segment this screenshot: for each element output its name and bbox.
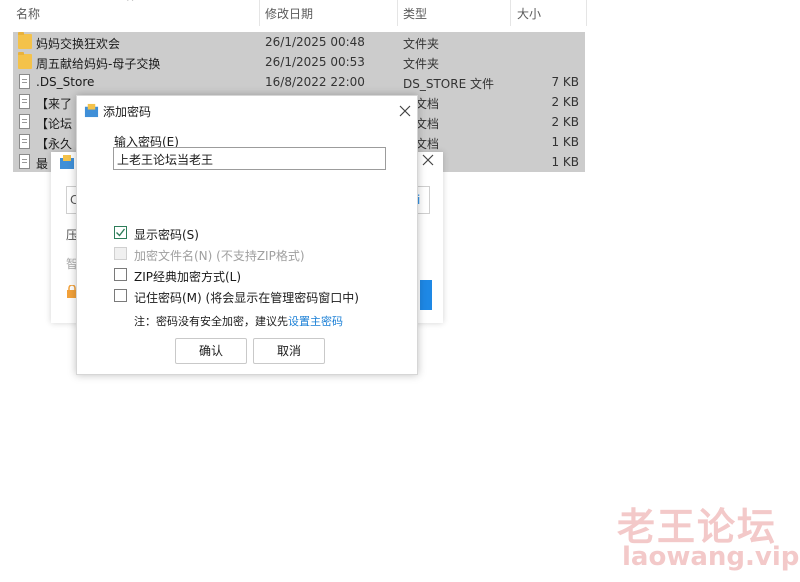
show-password-checkbox[interactable] [114, 226, 127, 239]
folder-icon [18, 52, 32, 69]
security-note: 注：密码没有安全加密，建议先设置主密码 [134, 313, 343, 329]
column-divider[interactable] [510, 0, 511, 26]
encrypt-filenames-label: 加密文件名(N) (不支持ZIP格式) [134, 249, 305, 263]
text-file-icon [19, 94, 30, 109]
file-type: 文件夹 [403, 37, 440, 51]
column-header-name[interactable]: 名称 [16, 5, 40, 22]
dialog-titlebar[interactable]: 添加密码 [77, 96, 417, 124]
file-name: 【论坛 [36, 117, 73, 131]
file-size: 7 KB [551, 75, 579, 89]
file-name: 【永久 [36, 137, 73, 151]
compress-now-button[interactable] [420, 280, 432, 310]
confirm-button[interactable]: 确认 [175, 338, 247, 364]
column-divider[interactable] [586, 0, 587, 26]
file-size: 2 KB [551, 95, 579, 109]
file-type: 文件夹 [403, 57, 440, 71]
file-icon [19, 74, 30, 89]
cancel-button[interactable]: 取消 [253, 338, 325, 364]
zip-classic-label[interactable]: ZIP经典加密方式(L) [134, 268, 241, 285]
archive-app-icon [84, 103, 99, 118]
dialog-title: 添加密码 [103, 105, 152, 119]
check-icon [116, 228, 126, 237]
file-modified: 26/1/2025 00:53 [265, 55, 365, 69]
text-file-icon [19, 154, 30, 169]
file-modified: 16/8/2022 22:00 [265, 75, 365, 89]
remember-password-checkbox[interactable] [114, 289, 127, 302]
file-size: 1 KB [551, 135, 579, 149]
sort-ascending-icon: ^ [126, 0, 135, 8]
file-name: .DS_Store [36, 75, 95, 89]
column-header-size[interactable]: 大小 [517, 5, 541, 22]
watermark-url: laowang.vip [622, 542, 800, 572]
column-header-type[interactable]: 类型 [403, 5, 427, 22]
close-icon[interactable] [399, 105, 411, 117]
file-type: DS_STORE 文件 [403, 77, 494, 91]
text-file-icon [19, 134, 30, 149]
file-size: 1 KB [551, 155, 579, 169]
security-note-text: 注：密码没有安全加密，建议先 [134, 315, 288, 328]
file-row[interactable]: .DS_Store 16/8/2022 22:00 DS_STORE 文件 7 … [13, 72, 585, 92]
file-list-header: ^ 名称 修改日期 类型 大小 [0, 0, 588, 26]
column-divider[interactable] [259, 0, 260, 26]
file-name: 最 [36, 157, 49, 171]
file-modified: 26/1/2025 00:48 [265, 35, 365, 49]
file-name: 【来了 [36, 97, 73, 111]
file-name: 周五献给妈妈-母子交换 [36, 57, 161, 71]
close-icon[interactable] [422, 154, 434, 166]
folder-icon [18, 32, 32, 49]
add-password-dialog: 添加密码 输入密码(E) 上老王论坛当老王 显示密码(S) 加密文件名(N) (… [76, 95, 418, 375]
column-header-modified[interactable]: 修改日期 [265, 5, 313, 22]
file-row[interactable]: 妈妈交换狂欢会 26/1/2025 00:48 文件夹 [13, 32, 585, 52]
remember-password-label[interactable]: 记住密码(M) (将会显示在管理密码窗口中) [134, 289, 359, 306]
encrypt-filenames-checkbox [114, 247, 127, 260]
zip-classic-checkbox[interactable] [114, 268, 127, 281]
archive-app-icon [60, 155, 74, 169]
password-input[interactable]: 上老王论坛当老王 [113, 147, 386, 170]
show-password-label[interactable]: 显示密码(S) [134, 226, 199, 243]
file-name: 妈妈交换狂欢会 [36, 37, 121, 51]
password-input-value: 上老王论坛当老王 [117, 153, 214, 167]
set-master-password-link[interactable]: 设置主密码 [288, 315, 343, 328]
text-file-icon [19, 114, 30, 129]
column-divider[interactable] [397, 0, 398, 26]
file-row[interactable]: 周五献给妈妈-母子交换 26/1/2025 00:53 文件夹 [13, 52, 585, 72]
file-size: 2 KB [551, 115, 579, 129]
